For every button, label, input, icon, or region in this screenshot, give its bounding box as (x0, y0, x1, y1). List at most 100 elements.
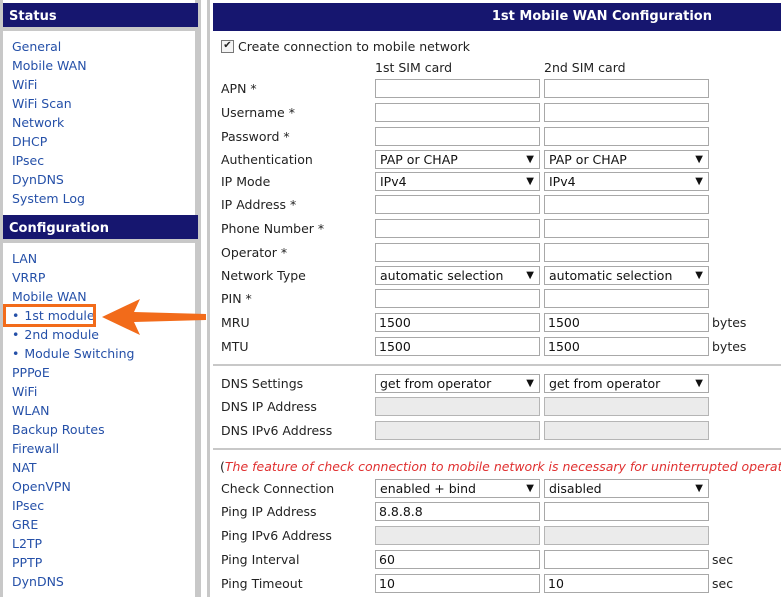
network-type-sim2-select[interactable]: automatic selection ▼ (544, 266, 709, 285)
network-type-sim1-value: automatic selection (380, 268, 504, 283)
username-sim2-input[interactable] (544, 103, 709, 122)
ping-ip-sim1-input[interactable]: 8.8.8.8 (375, 502, 540, 521)
dns-settings-sim2-select[interactable]: get from operator ▼ (544, 374, 709, 393)
caret-down-icon: ▼ (695, 378, 703, 389)
dns-ip-sim1-input[interactable] (375, 397, 540, 416)
ping-ip-sim2-input[interactable] (544, 502, 709, 521)
configuration-header: Configuration (3, 215, 198, 243)
dns-ip-label: DNS IP Address (221, 399, 317, 414)
nav-pptp[interactable]: PPTP (12, 553, 42, 572)
create-connection-label: Create connection to mobile network (238, 39, 471, 54)
ip-address-sim2-input[interactable] (544, 195, 709, 214)
nav-dyndns-status[interactable]: DynDNS (12, 170, 64, 189)
ping-interval-label: Ping Interval (221, 552, 300, 567)
ping-timeout-unit: sec (712, 576, 734, 591)
caret-down-icon: ▼ (526, 378, 534, 389)
dns-ip-sim2-input[interactable] (544, 397, 709, 416)
mtu-label: MTU (221, 339, 249, 354)
ping-ipv6-sim2-input[interactable] (544, 526, 709, 545)
nav-wlan[interactable]: WLAN (12, 401, 50, 420)
nav-module-switching[interactable]: • Module Switching (12, 344, 134, 363)
mtu-sim2-input[interactable]: 1500 (544, 337, 709, 356)
phone-number-label: Phone Number * (221, 221, 325, 236)
caret-down-icon: ▼ (526, 483, 534, 494)
username-label: Username * (221, 105, 295, 120)
section-divider (213, 448, 781, 450)
phone-number-sim1-input[interactable] (375, 219, 540, 238)
network-type-sim1-select[interactable]: automatic selection ▼ (375, 266, 540, 285)
network-type-label: Network Type (221, 268, 306, 283)
authentication-sim2-select[interactable]: PAP or CHAP ▼ (544, 150, 709, 169)
authentication-label: Authentication (221, 152, 313, 167)
ip-mode-sim1-select[interactable]: IPv4 ▼ (375, 172, 540, 191)
check-connection-sim1-select[interactable]: enabled + bind ▼ (375, 479, 540, 498)
nav-system-log[interactable]: System Log (12, 189, 85, 208)
pin-sim2-input[interactable] (544, 289, 709, 308)
operator-sim1-input[interactable] (375, 243, 540, 262)
nav-openvpn[interactable]: OpenVPN (12, 477, 71, 496)
ip-address-sim1-input[interactable] (375, 195, 540, 214)
bullet-icon: • (12, 327, 20, 342)
nav-general[interactable]: General (12, 37, 61, 56)
caret-down-icon: ▼ (695, 270, 703, 281)
mtu-unit: bytes (712, 339, 747, 354)
caret-down-icon: ▼ (695, 154, 703, 165)
mru-unit: bytes (712, 315, 747, 330)
nav-l2tp[interactable]: L2TP (12, 534, 42, 553)
check-connection-sim2-select[interactable]: disabled ▼ (544, 479, 709, 498)
dns-settings-sim1-value: get from operator (380, 376, 492, 391)
nav-ipsec-config[interactable]: IPsec (12, 496, 44, 515)
bullet-icon: • (12, 346, 20, 361)
mru-sim2-input[interactable]: 1500 (544, 313, 709, 332)
caret-down-icon: ▼ (526, 270, 534, 281)
dns-settings-sim1-select[interactable]: get from operator ▼ (375, 374, 540, 393)
nav-dhcp[interactable]: DHCP (12, 132, 47, 151)
nav-lan[interactable]: LAN (12, 249, 37, 268)
username-sim1-input[interactable] (375, 103, 540, 122)
nav-dyndns-config[interactable]: DynDNS (12, 572, 64, 591)
dns-ipv6-sim1-input[interactable] (375, 421, 540, 440)
dns-settings-sim2-value: get from operator (549, 376, 661, 391)
password-sim2-input[interactable] (544, 127, 709, 146)
nav-nat[interactable]: NAT (12, 458, 37, 477)
status-header: Status (3, 3, 198, 31)
pin-label: PIN * (221, 291, 252, 306)
nav-wifi-scan[interactable]: WiFi Scan (12, 94, 72, 113)
nav-pppoe[interactable]: PPPoE (12, 363, 50, 382)
check-connection-note: (The feature of check connection to mobi… (220, 459, 781, 474)
phone-number-sim2-input[interactable] (544, 219, 709, 238)
authentication-sim1-value: PAP or CHAP (380, 152, 458, 167)
apn-sim2-input[interactable] (544, 79, 709, 98)
nav-firewall[interactable]: Firewall (12, 439, 59, 458)
ip-mode-sim2-select[interactable]: IPv4 ▼ (544, 172, 709, 191)
nav-2nd-module[interactable]: • 2nd module (12, 325, 99, 344)
nav-ipsec-status[interactable]: IPsec (12, 151, 44, 170)
ping-timeout-sim1-input[interactable]: 10 (375, 574, 540, 593)
nav-vrrp[interactable]: VRRP (12, 268, 45, 287)
operator-sim2-input[interactable] (544, 243, 709, 262)
pin-sim1-input[interactable] (375, 289, 540, 308)
nav-mobile-wan-status[interactable]: Mobile WAN (12, 56, 87, 75)
dns-ipv6-sim2-input[interactable] (544, 421, 709, 440)
ping-timeout-sim2-input[interactable]: 10 (544, 574, 709, 593)
ping-interval-sim2-input[interactable] (544, 550, 709, 569)
authentication-sim1-select[interactable]: PAP or CHAP ▼ (375, 150, 540, 169)
apn-sim1-input[interactable] (375, 79, 540, 98)
check-connection-sim1-value: enabled + bind (380, 481, 476, 496)
ping-ipv6-sim1-input[interactable] (375, 526, 540, 545)
create-connection-checkbox[interactable]: ✔ (221, 40, 234, 53)
caret-down-icon: ▼ (695, 483, 703, 494)
ping-interval-sim1-input[interactable]: 60 (375, 550, 540, 569)
password-sim1-input[interactable] (375, 127, 540, 146)
nav-backup-routes[interactable]: Backup Routes (12, 420, 105, 439)
ping-ip-label: Ping IP Address (221, 504, 317, 519)
mtu-sim1-input[interactable]: 1500 (375, 337, 540, 356)
operator-label: Operator * (221, 245, 288, 260)
nav-wifi-config[interactable]: WiFi (12, 382, 37, 401)
mru-sim1-input[interactable]: 1500 (375, 313, 540, 332)
nav-network[interactable]: Network (12, 113, 64, 132)
nav-gre[interactable]: GRE (12, 515, 38, 534)
page-title: 1st Mobile WAN Configuration (213, 3, 781, 31)
nav-wifi-status[interactable]: WiFi (12, 75, 37, 94)
section-divider (213, 364, 781, 366)
